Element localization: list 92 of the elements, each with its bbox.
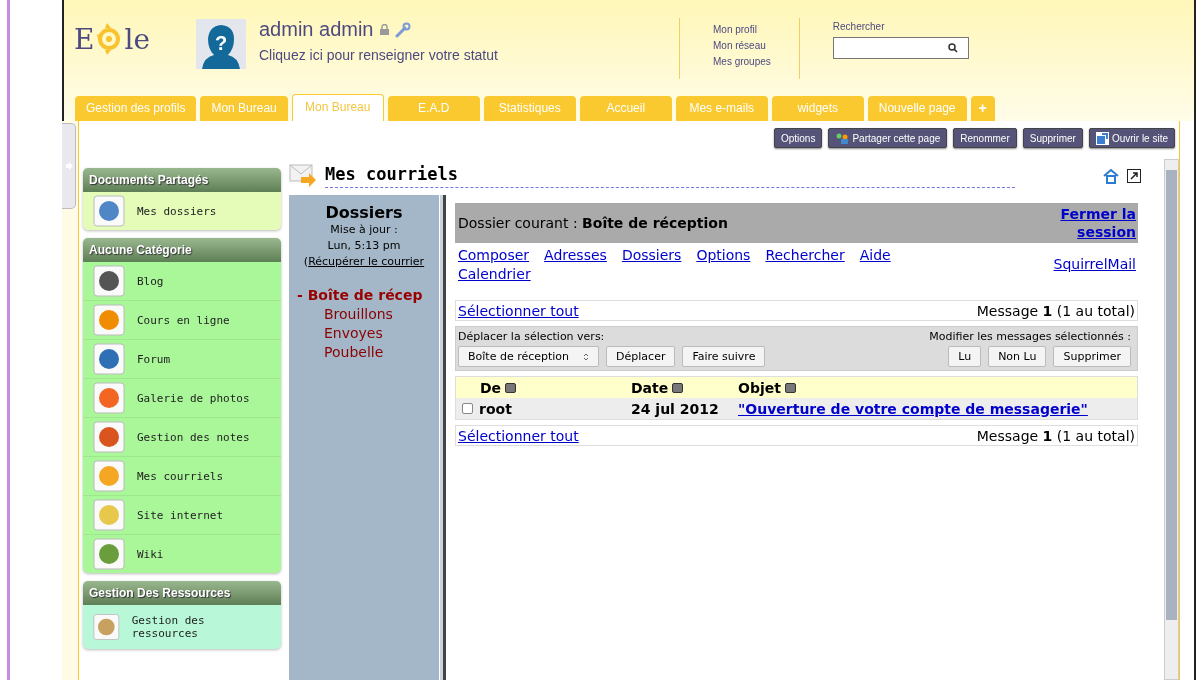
sort-icon[interactable] [505,382,517,393]
expand-icon[interactable] [1127,169,1141,183]
folder-item[interactable]: - Boîte de récep [297,286,439,305]
sidebar-item[interactable]: Gestion des notes [83,418,281,457]
toolbar-button[interactable]: Options [773,128,823,148]
section-header: Gestion Des Ressources [83,581,281,605]
update-label: Mise à jour : [329,222,399,238]
column-header[interactable]: Date [631,379,738,396]
sidebar-item[interactable]: Cours en ligne [83,301,281,340]
section-header: Aucune Catégorie [83,238,281,262]
column-header[interactable]: Objet [738,379,1137,396]
column-header[interactable]: De [456,379,631,396]
app-icon [93,343,125,375]
app-icon [93,499,125,531]
updown-caret-icon [583,352,590,361]
sidebar-item[interactable]: Mes dossiers [83,192,281,230]
sort-icon[interactable] [672,382,684,393]
sidebar-item[interactable]: Mes courriels [83,457,281,496]
folder-item[interactable]: Poubelle [297,343,439,362]
app-icon [93,265,125,297]
bracket: ( [303,255,309,268]
modify-label: Modifier les messages sélectionnés : [929,330,1131,343]
sidebar-item[interactable]: Forum [83,340,281,379]
date-cell-text: 24 jul 2012 [631,400,720,417]
people-icon [835,132,850,144]
sidebar-item[interactable]: Site internet [83,496,281,535]
app-icon [93,421,125,453]
message-count: Message 1 (1 au total) [976,303,1135,319]
folder-select[interactable]: Boîte de réception [458,346,600,367]
nav-link[interactable]: Adresses [544,246,607,265]
nav-link[interactable]: Aide [859,246,891,265]
folder-item[interactable]: Brouillons [297,305,439,324]
sidebar-item[interactable]: Blog [83,262,281,301]
logo[interactable]: E le [74,22,150,56]
update-time: Lun, 5:13 pm [326,238,402,254]
nav-link[interactable]: Dossiers [621,246,682,265]
user-name: admin admin [259,18,374,41]
section-header: Documents Partagés [83,168,281,192]
wrench-icon[interactable] [394,21,411,38]
subject-link[interactable]: "Ouverture de votre compte de messagerie" [738,400,1137,417]
select-all-link[interactable]: Sélectionner tout [458,428,579,444]
status-link[interactable]: Cliquez ici pour renseigner votre statut [259,47,679,63]
portlet-title: Mes courriels [325,164,1015,188]
select-all-link[interactable]: Sélectionner tout [458,303,579,319]
folder-item[interactable]: Envoyes [297,324,439,343]
move-button[interactable]: Déplacer [606,346,676,367]
sort-icon[interactable] [784,382,796,393]
toolbar-button[interactable]: Partager cette page [828,128,948,148]
collapse-handle[interactable] [62,123,76,209]
toolbar-button[interactable]: Supprimer [1022,128,1083,148]
row-checkbox[interactable] [462,403,473,414]
profile-link[interactable]: Mon profil [713,24,771,35]
folders-title: Dossiers [324,203,404,222]
search-icon[interactable] [947,43,958,53]
nav-link[interactable]: Options [696,246,751,265]
toolbar-button[interactable]: Ouvrir le site [1088,128,1175,148]
current-folder: Dossier courant : Boîte de réception [458,215,728,231]
app-icon [93,538,125,570]
app-icon [93,195,125,227]
app-icon [93,611,120,643]
nav-link[interactable]: Composer [458,246,530,265]
logo-letter: E [74,22,95,56]
home-icon[interactable] [1103,168,1119,184]
sidebar-item[interactable]: Galerie de photos [83,379,281,418]
search-label: Rechercher [832,21,886,32]
message-count: Message 1 (1 au total) [976,428,1135,444]
app-icon [93,460,125,492]
fetch-mail-link[interactable]: Récupérer le courrier [308,255,425,268]
sidebar-item[interactable]: Wiki [83,535,281,573]
app-icon [93,382,125,414]
toolbar-button[interactable]: Renommer [953,128,1017,148]
scrollbar[interactable] [1164,159,1179,680]
external-link-icon [1095,131,1109,145]
profile-link[interactable]: Mon réseau [713,40,771,51]
nav-link[interactable]: Rechercher [765,246,845,265]
logout-link[interactable]: Fermer la session [1041,205,1136,241]
sidebar-item[interactable]: Gestion des ressources [83,605,253,649]
modify-button[interactable]: Lu [948,346,982,367]
search-field[interactable] [832,37,969,59]
mail-arrow-icon [289,163,317,189]
squirrelmail-link[interactable]: SquirrelMail [1053,256,1136,272]
profile-link[interactable]: Mes groupes [713,56,771,67]
avatar-silhouette[interactable]: ? [196,19,246,69]
modify-button[interactable]: Supprimer [1053,346,1131,367]
logo-letters: le [124,22,150,56]
modify-button[interactable]: Non Lu [988,346,1047,367]
lock-icon [379,24,389,35]
move-button[interactable]: Faire suivre [682,346,766,367]
nav-link[interactable]: Calendrier [458,265,531,284]
app-icon [93,304,125,336]
move-label: Déplacer la sélection vers: [458,330,606,343]
sender-cell: root [479,400,512,417]
